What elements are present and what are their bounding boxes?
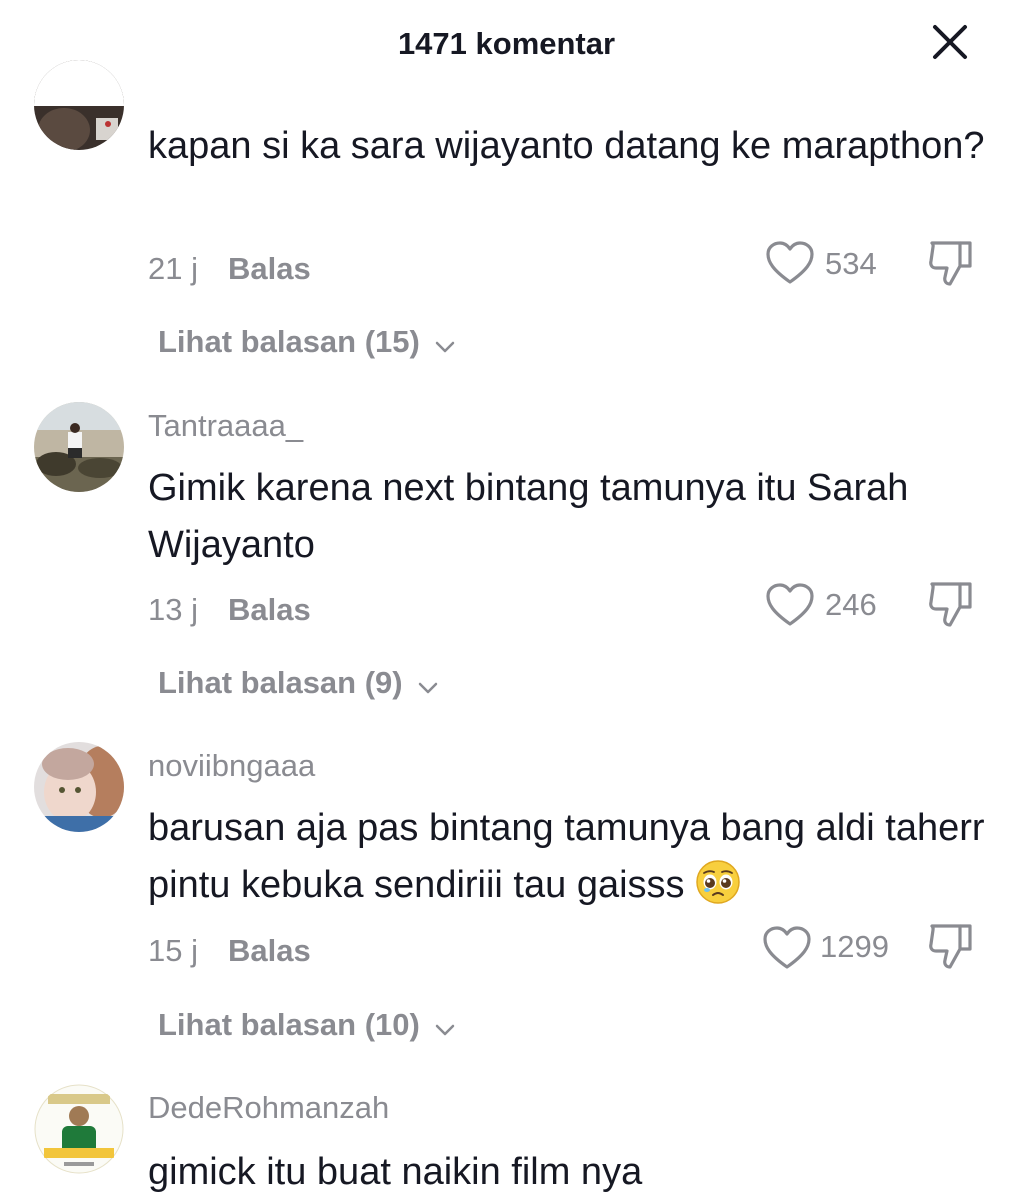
reply-button[interactable]: Balas: [228, 251, 311, 287]
view-replies-button[interactable]: Lihat balasan (10): [158, 1007, 456, 1045]
view-replies-button[interactable]: Lihat balasan (15): [158, 324, 456, 362]
comment-item: DedeRohmanzah gimick itu buat naikin fil…: [0, 1070, 1013, 1200]
chevron-down-icon: [417, 667, 439, 703]
heart-outline-icon[interactable]: [765, 582, 815, 628]
like-count: 534: [825, 246, 877, 281]
thumbs-down-icon[interactable]: [926, 238, 976, 290]
view-replies-label: Lihat balasan (10): [158, 1007, 420, 1042]
comment-item: Tantraaaa_ Gimik karena next bintang tam…: [0, 380, 1013, 720]
comment-text: gimick itu buat naikin film nya: [148, 1151, 643, 1193]
heart-outline-icon[interactable]: [765, 240, 815, 286]
comment-time: 15 j: [148, 933, 198, 968]
comment-text: kapan si ka sara wijayanto datang ke mar…: [148, 125, 985, 167]
avatar[interactable]: [34, 60, 124, 150]
thumbs-down-icon[interactable]: [926, 579, 976, 631]
comment-item: kapan si ka sara wijayanto datang ke mar…: [0, 0, 1013, 380]
comment-username[interactable]: DedeRohmanzah: [148, 1090, 389, 1126]
view-replies-label: Lihat balasan (15): [158, 324, 420, 359]
comment-time: 21 j: [148, 251, 198, 286]
chevron-down-icon: [434, 326, 456, 362]
avatar[interactable]: [34, 742, 124, 832]
comment-username[interactable]: Tantraaaa_: [148, 408, 303, 444]
comments-panel: 1471 komentar kapan si ka sara wijayanto…: [0, 0, 1013, 1200]
comment-time: 13 j: [148, 592, 198, 627]
avatar[interactable]: [34, 402, 124, 492]
comment-text-body: barusan aja pas bintang tamunya bang ald…: [148, 807, 985, 906]
view-replies-label: Lihat balasan (9): [158, 665, 403, 700]
comment-text: barusan aja pas bintang tamunya bang ald…: [148, 800, 998, 914]
like-count: 246: [825, 587, 877, 622]
heart-outline-icon[interactable]: [762, 925, 812, 971]
reply-button[interactable]: Balas: [228, 933, 311, 969]
comment-username[interactable]: noviibngaaa: [148, 748, 315, 784]
comment-text: Gimik karena next bintang tamunya itu Sa…: [148, 467, 909, 566]
pleading-face-emoji: [695, 859, 741, 905]
thumbs-down-icon[interactable]: [926, 921, 976, 973]
comment-item: noviibngaaa barusan aja pas bintang tamu…: [0, 720, 1013, 1070]
avatar[interactable]: [34, 1084, 124, 1174]
chevron-down-icon: [434, 1009, 456, 1045]
like-count: 1299: [820, 929, 889, 964]
view-replies-button[interactable]: Lihat balasan (9): [158, 665, 439, 703]
reply-button[interactable]: Balas: [228, 592, 311, 628]
